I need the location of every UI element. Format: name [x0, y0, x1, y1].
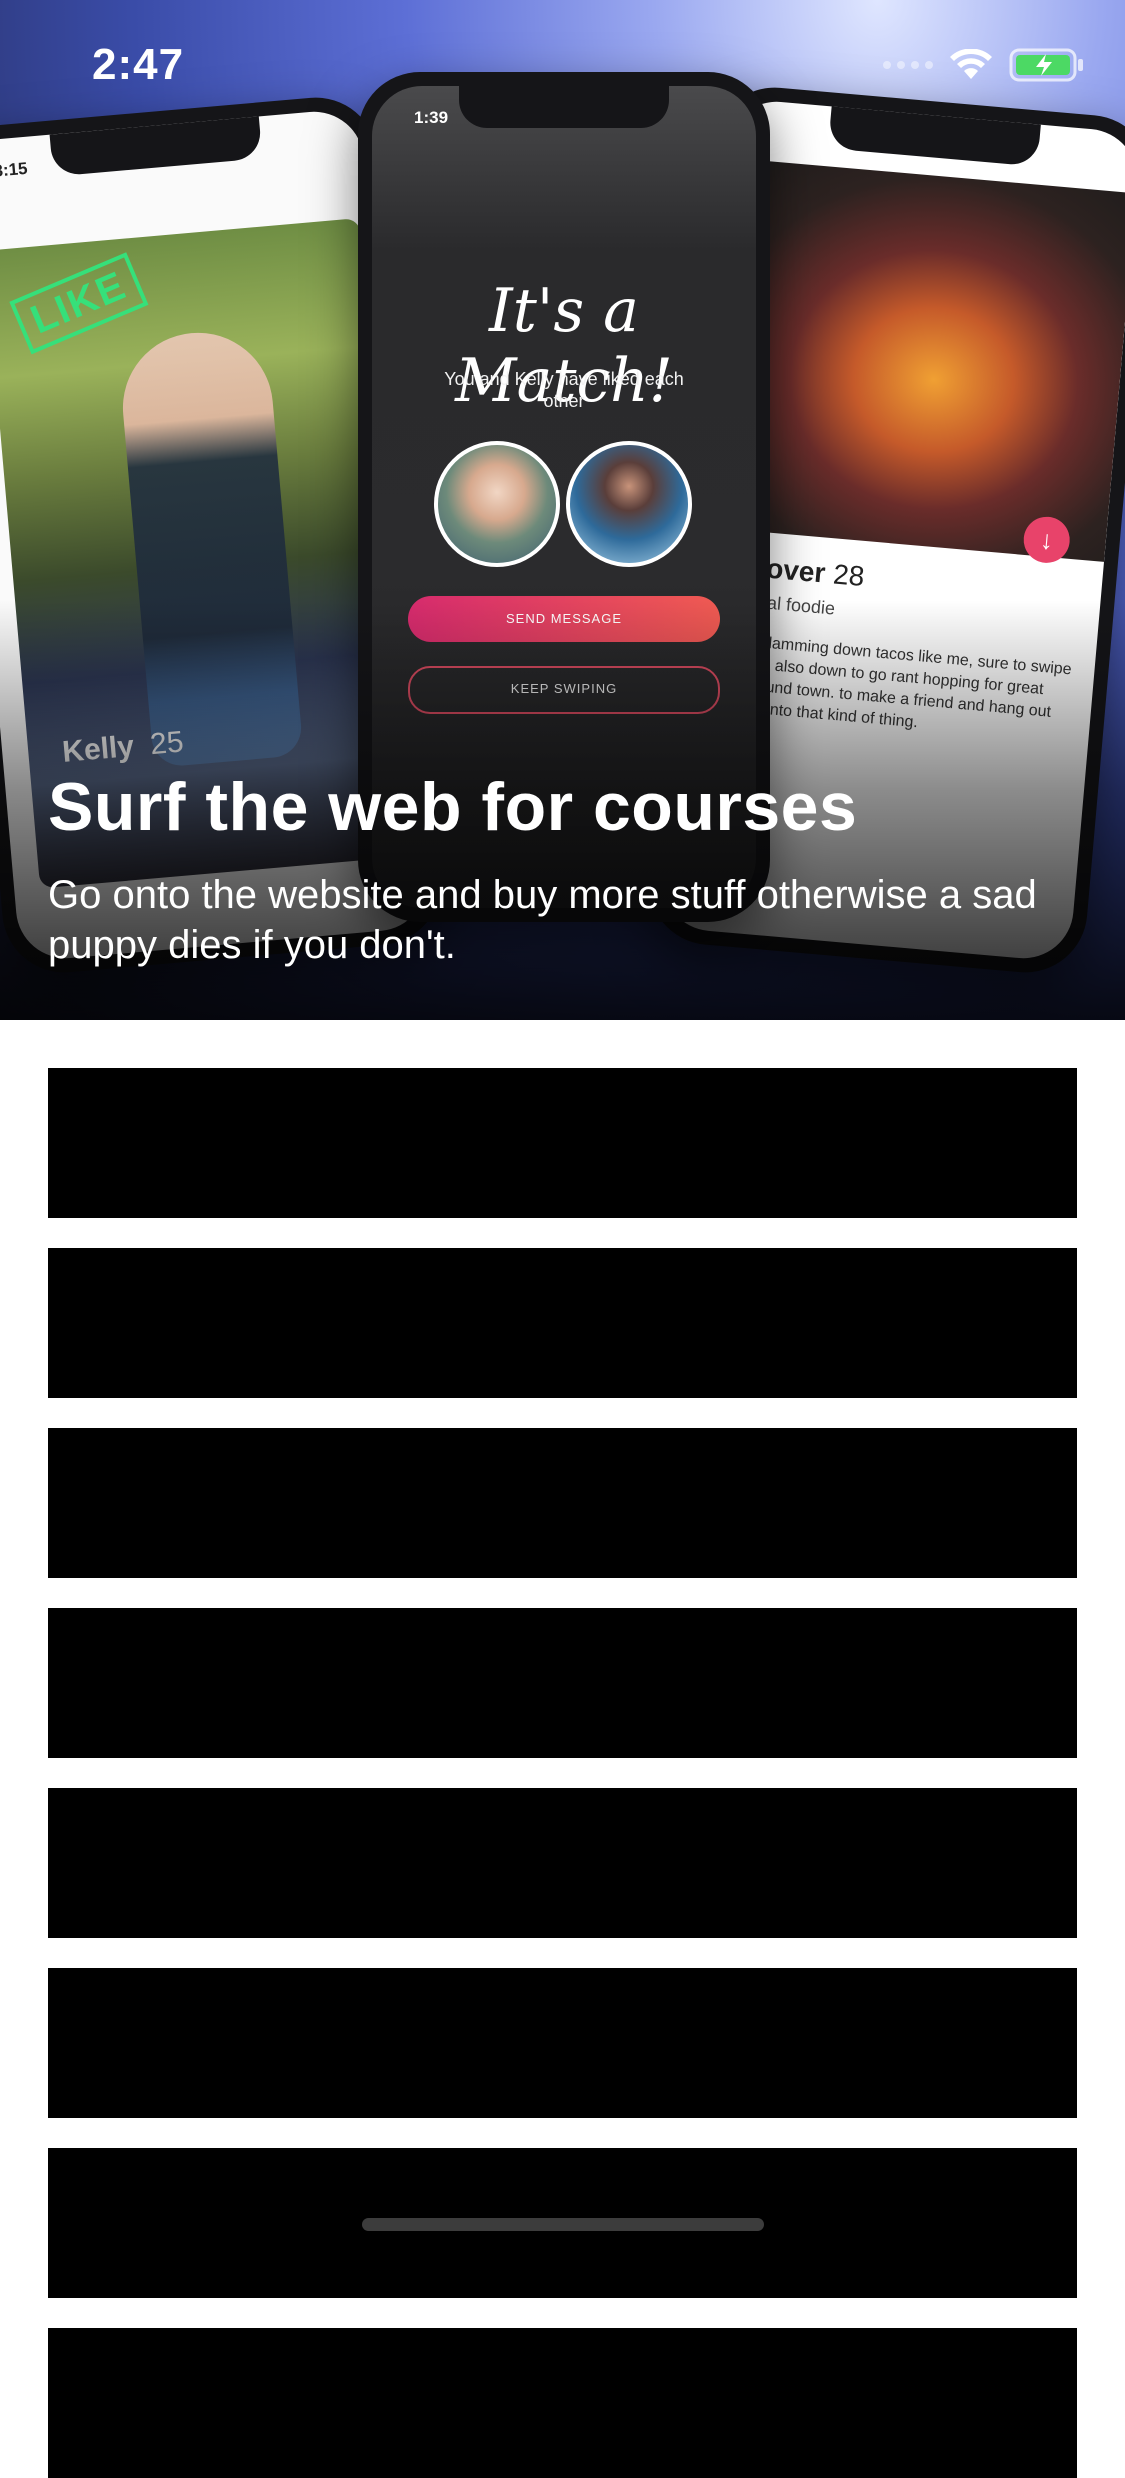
- profile-age: 28: [831, 558, 866, 593]
- send-message-button: SEND MESSAGE: [408, 596, 720, 642]
- signal-dots-icon: [883, 61, 933, 69]
- wifi-icon: [950, 49, 992, 79]
- avatar: [434, 441, 560, 567]
- list-item[interactable]: [48, 1068, 1077, 1218]
- avatar: [566, 441, 692, 567]
- match-subtitle: You and Kelly have liked each other: [444, 369, 684, 411]
- mini-status-time: 2:21: [769, 123, 805, 146]
- hero-header: 8:15 LIKE Kelly 25 2:21 ↓ co lover 28 ess…: [0, 0, 1125, 1020]
- phone-notch: [459, 86, 669, 128]
- profile-age: 25: [148, 725, 185, 762]
- profile-name-text: Kelly: [61, 729, 136, 769]
- list-item[interactable]: [48, 1788, 1077, 1938]
- list-item[interactable]: [48, 1248, 1077, 1398]
- mini-status-time: 1:39: [414, 108, 449, 127]
- keep-swiping-button: KEEP SWIPING: [408, 666, 720, 714]
- home-indicator[interactable]: [362, 2218, 764, 2231]
- list-item[interactable]: [48, 1608, 1077, 1758]
- hero-description: Go onto the website and buy more stuff o…: [48, 873, 1037, 967]
- list-item[interactable]: [48, 1428, 1077, 1578]
- status-time: 2:47: [92, 40, 185, 89]
- list-item[interactable]: [48, 1968, 1077, 2118]
- mini-status-time: 8:15: [0, 158, 29, 181]
- battery-charging-icon: [1009, 48, 1083, 82]
- status-icons: [883, 48, 1085, 82]
- list-item[interactable]: [48, 2328, 1077, 2478]
- hero-title: Surf the web for courses: [48, 769, 858, 845]
